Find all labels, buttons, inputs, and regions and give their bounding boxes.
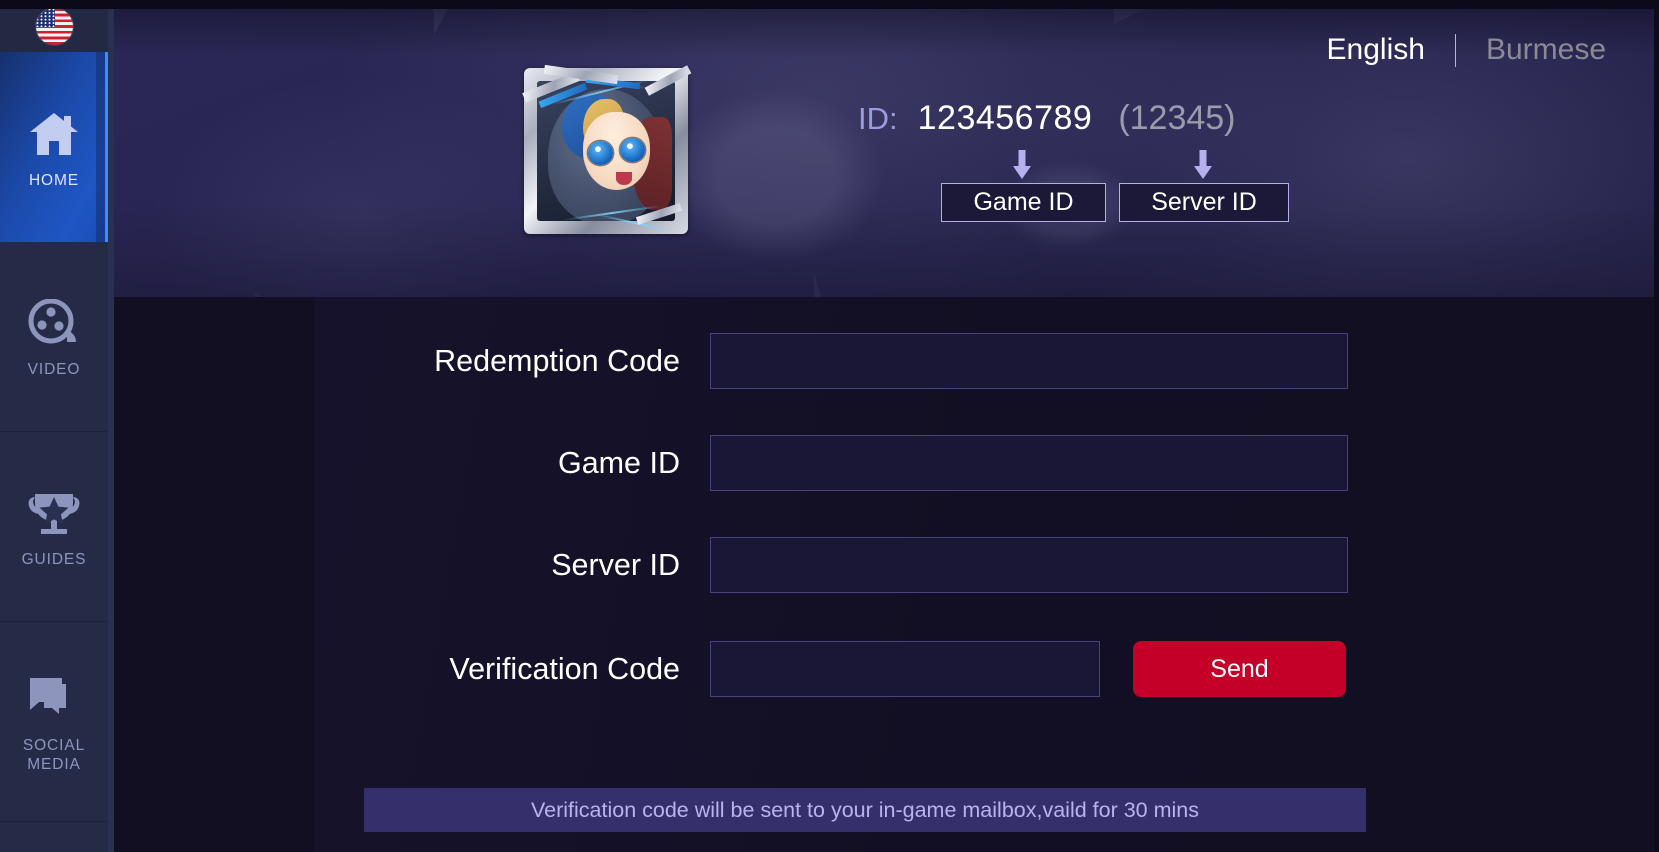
arrow-down-icon (1192, 150, 1214, 180)
sidebar-item-label: SOCIAL MEDIA (23, 737, 85, 775)
avatar-eye-right (619, 138, 645, 163)
sidebar-item-label: VIDEO (27, 361, 81, 379)
chat-bubbles-icon (28, 669, 80, 729)
home-icon (28, 104, 80, 164)
verification-notice-text: Verification code will be sent to your i… (530, 797, 1199, 822)
avatar-mouth (615, 172, 633, 185)
sidebar-item-label: GUIDES (21, 551, 87, 569)
game-id-callout[interactable]: Game ID (941, 183, 1106, 222)
sidebar-active-accent (105, 52, 108, 242)
redemption-code-label: Redemption Code (434, 344, 680, 378)
us-flag-circle-icon (35, 7, 73, 45)
verification-code-label: Verification Code (449, 652, 680, 686)
avatar-frame (522, 64, 692, 234)
language-option-burmese[interactable]: Burmese (1456, 31, 1636, 69)
redemption-code-input[interactable] (710, 333, 1348, 389)
sidebar-item-home[interactable]: HOME (0, 52, 108, 242)
game-id-input[interactable] (710, 435, 1348, 491)
language-option-english[interactable]: English (1297, 31, 1455, 69)
flag-canton (35, 7, 55, 28)
avatar (514, 58, 698, 244)
player-id-row: ID: 123456789 (12345) (858, 99, 1236, 138)
sidebar-edge (108, 0, 114, 852)
film-reel-icon (28, 293, 80, 353)
social-label-line2: MEDIA (27, 755, 81, 773)
redemption-page: HOME VIDEO GUIDES SOCIAL MEDIA English B… (0, 0, 1659, 852)
redemption-form: Redemption Code Game ID Server ID Verifi… (114, 297, 1654, 852)
left-sidebar: HOME VIDEO GUIDES SOCIAL MEDIA (0, 0, 114, 852)
server-id-input[interactable] (710, 537, 1348, 593)
top-strip (0, 0, 1659, 9)
sidebar-item-video[interactable]: VIDEO (0, 242, 108, 432)
avatar-eye-left (588, 141, 613, 165)
social-label-line1: SOCIAL (22, 736, 86, 754)
server-id-value: (12345) (1118, 99, 1236, 137)
sidebar-item-guides[interactable]: GUIDES (0, 432, 108, 622)
right-gutter (1654, 0, 1659, 852)
server-id-callout[interactable]: Server ID (1119, 183, 1289, 222)
sidebar-active-inner-glow (96, 52, 105, 242)
send-button[interactable]: Send (1133, 641, 1346, 697)
header-banner: English Burmese ID: 123456789 (12345) Ga… (114, 9, 1654, 297)
verification-notice-bar: Verification code will be sent to your i… (364, 788, 1366, 832)
sidebar-item-social-media[interactable]: SOCIAL MEDIA (0, 622, 108, 822)
verification-code-input[interactable] (710, 641, 1100, 697)
flag-stars (35, 7, 55, 28)
language-switch: English Burmese (1297, 31, 1636, 69)
arrow-down-icon (1011, 150, 1033, 180)
id-label: ID: (858, 101, 898, 136)
game-id-value: 123456789 (917, 99, 1093, 137)
server-id-label: Server ID (551, 548, 680, 582)
game-id-label: Game ID (557, 446, 680, 480)
trophy-star-icon (26, 483, 82, 543)
sidebar-item-label: HOME (28, 171, 80, 189)
